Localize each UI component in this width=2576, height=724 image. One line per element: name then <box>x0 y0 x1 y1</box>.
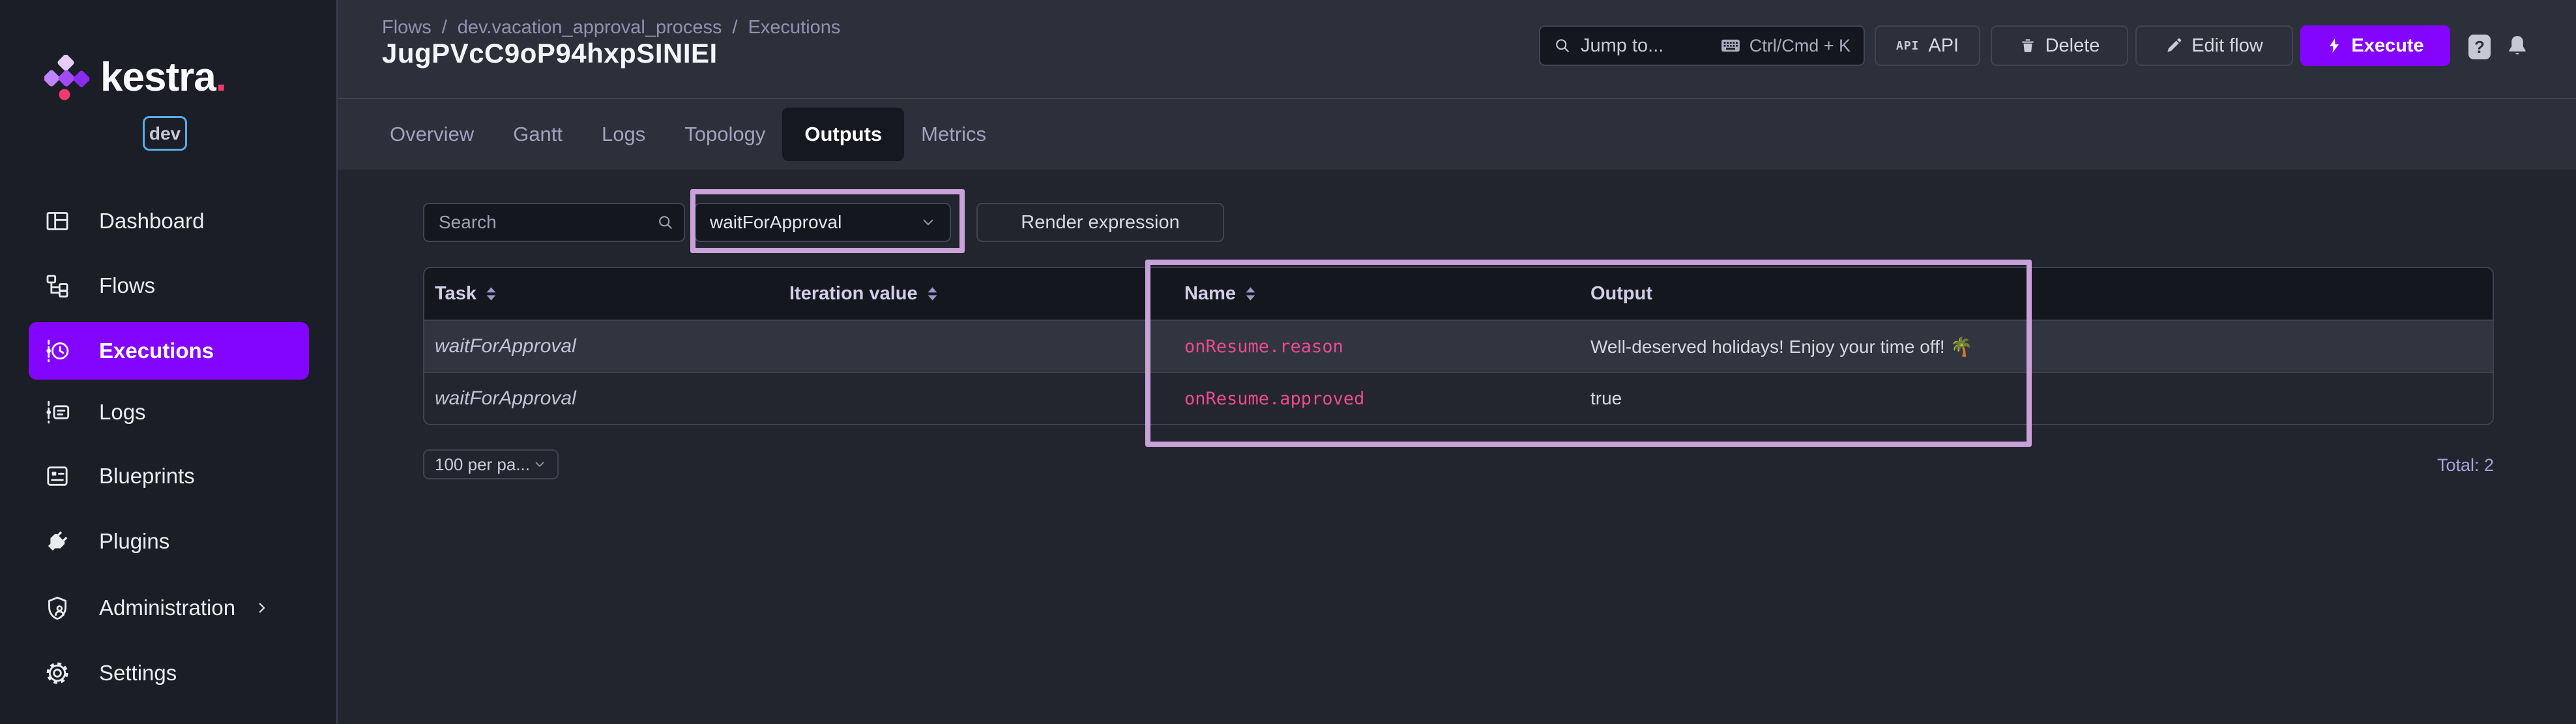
sidebar-item-label: Blueprints <box>99 464 195 489</box>
tab-logs[interactable]: Logs <box>602 123 645 146</box>
keyboard-icon <box>1721 38 1740 53</box>
per-page-value: 100 per pa... <box>435 455 530 475</box>
api-button-label: API <box>1928 35 1959 57</box>
logs-icon <box>44 399 70 425</box>
column-label: Output <box>1590 283 1652 305</box>
sidebar-item-flows[interactable]: Flows <box>29 257 309 314</box>
sort-icon[interactable] <box>486 286 497 302</box>
sidebar: kestra. dev Dashboard Flows Executions <box>0 0 338 724</box>
execution-tabs: Overview Gantt Logs Topology Outputs Met… <box>338 98 2576 170</box>
plugins-icon <box>44 528 70 554</box>
column-header-output: Output <box>1575 283 2493 305</box>
delete-button-label: Delete <box>2045 35 2100 57</box>
sidebar-item-label: Flows <box>99 273 155 298</box>
sidebar-item-label: Executions <box>99 339 214 363</box>
outputs-panel: waitForApproval Render expression Task I… <box>338 170 2576 724</box>
sort-icon[interactable] <box>927 286 938 302</box>
edit-flow-button-label: Edit flow <box>2191 35 2263 57</box>
breadcrumb-separator: / <box>733 17 738 38</box>
sidebar-item-label: Administration <box>99 596 235 620</box>
environment-badge: dev <box>143 116 187 151</box>
task-filter-dropdown[interactable]: waitForApproval <box>694 203 951 242</box>
settings-icon <box>44 660 70 686</box>
chevron-down-icon <box>531 456 548 473</box>
cell-task: waitForApproval <box>424 335 779 357</box>
search-icon <box>1553 37 1572 55</box>
kestra-logo-icon <box>44 55 90 100</box>
column-label: Task <box>435 283 476 305</box>
help-icon[interactable]: ? <box>2468 35 2491 59</box>
tab-overview[interactable]: Overview <box>390 123 474 146</box>
sidebar-item-label: Dashboard <box>99 209 204 234</box>
render-expression-label: Render expression <box>1021 212 1179 234</box>
sidebar-item-label: Plugins <box>99 529 169 554</box>
edit-flow-button[interactable]: Edit flow <box>2135 25 2293 66</box>
cell-name: onResume.approved <box>1168 389 1575 409</box>
lightning-icon <box>2326 36 2342 55</box>
cell-output: Well-deserved holidays! Enjoy your time … <box>1575 336 2493 357</box>
keyboard-shortcut: Ctrl/Cmd + K <box>1749 36 1851 56</box>
notifications-bell-icon[interactable] <box>2504 33 2530 60</box>
table-row[interactable]: waitForApproval onResume.reason Well-des… <box>424 320 2493 372</box>
tab-gantt[interactable]: Gantt <box>513 123 563 146</box>
jump-to-label: Jump to... <box>1581 35 1663 57</box>
cell-name: onResume.reason <box>1168 337 1575 357</box>
sidebar-item-label: Logs <box>99 400 146 425</box>
delete-button[interactable]: Delete <box>1991 25 2128 66</box>
breadcrumb-executions[interactable]: Executions <box>748 17 841 38</box>
search-input[interactable] <box>423 203 685 242</box>
chevron-right-icon <box>252 598 272 618</box>
column-header-task: Task <box>424 283 779 305</box>
table-row[interactable]: waitForApproval onResume.approved true <box>424 372 2493 424</box>
sidebar-item-dashboard[interactable]: Dashboard <box>29 192 309 250</box>
column-header-iteration-value: Iteration value <box>779 283 1168 305</box>
tab-outputs[interactable]: Outputs <box>782 108 904 161</box>
render-expression-button[interactable]: Render expression <box>976 203 1224 242</box>
api-icon: API <box>1896 39 1920 53</box>
breadcrumb: Flows / dev.vacation_approval_process / … <box>382 17 840 38</box>
breadcrumb-separator: / <box>442 17 447 38</box>
search-icon <box>656 213 675 232</box>
chevron-down-icon <box>918 213 938 232</box>
cell-output: true <box>1575 388 2493 409</box>
breadcrumb-flows[interactable]: Flows <box>382 17 432 38</box>
search-box <box>423 203 685 242</box>
administration-icon <box>44 595 70 621</box>
sidebar-item-label: Settings <box>99 661 177 686</box>
page-title: JugPVcC9oP94hxpSINIEI <box>382 38 718 69</box>
column-header-name: Name <box>1168 283 1575 305</box>
execute-button[interactable]: Execute <box>2300 25 2450 66</box>
sidebar-item-administration[interactable]: Administration <box>29 579 309 637</box>
kestra-logo[interactable]: kestra. <box>44 55 226 100</box>
outputs-table: Task Iteration value Name <box>423 267 2494 425</box>
total-count: Total: 2 <box>2233 455 2494 475</box>
sidebar-item-blueprints[interactable]: Blueprints <box>29 447 309 505</box>
sidebar-item-logs[interactable]: Logs <box>29 384 309 441</box>
dashboard-icon <box>44 208 70 234</box>
task-filter-value: waitForApproval <box>710 212 842 233</box>
trash-icon <box>2019 37 2036 55</box>
sidebar-item-executions[interactable]: Executions <box>29 322 309 380</box>
flows-icon <box>44 273 70 299</box>
cell-task: waitForApproval <box>424 387 779 410</box>
blueprints-icon <box>44 463 70 489</box>
tab-topology[interactable]: Topology <box>684 123 765 146</box>
executions-icon <box>44 338 70 364</box>
per-page-select[interactable]: 100 per pa... <box>423 449 559 479</box>
tab-metrics[interactable]: Metrics <box>921 123 986 146</box>
breadcrumb-namespace-flow[interactable]: dev.vacation_approval_process <box>458 17 722 38</box>
top-header: Flows / dev.vacation_approval_process / … <box>338 0 2576 99</box>
column-label: Iteration value <box>789 283 918 305</box>
column-label: Name <box>1184 283 1236 305</box>
api-button[interactable]: API API <box>1875 25 1980 66</box>
brand-name: kestra. <box>100 55 226 100</box>
sidebar-item-settings[interactable]: Settings <box>29 644 309 702</box>
sidebar-item-plugins[interactable]: Plugins <box>29 513 309 570</box>
table-header-row: Task Iteration value Name <box>424 268 2493 320</box>
sort-icon[interactable] <box>1245 286 1256 302</box>
execute-button-label: Execute <box>2351 35 2423 57</box>
jump-to-search[interactable]: Jump to... Ctrl/Cmd + K <box>1539 25 1865 66</box>
pencil-icon <box>2165 37 2182 54</box>
